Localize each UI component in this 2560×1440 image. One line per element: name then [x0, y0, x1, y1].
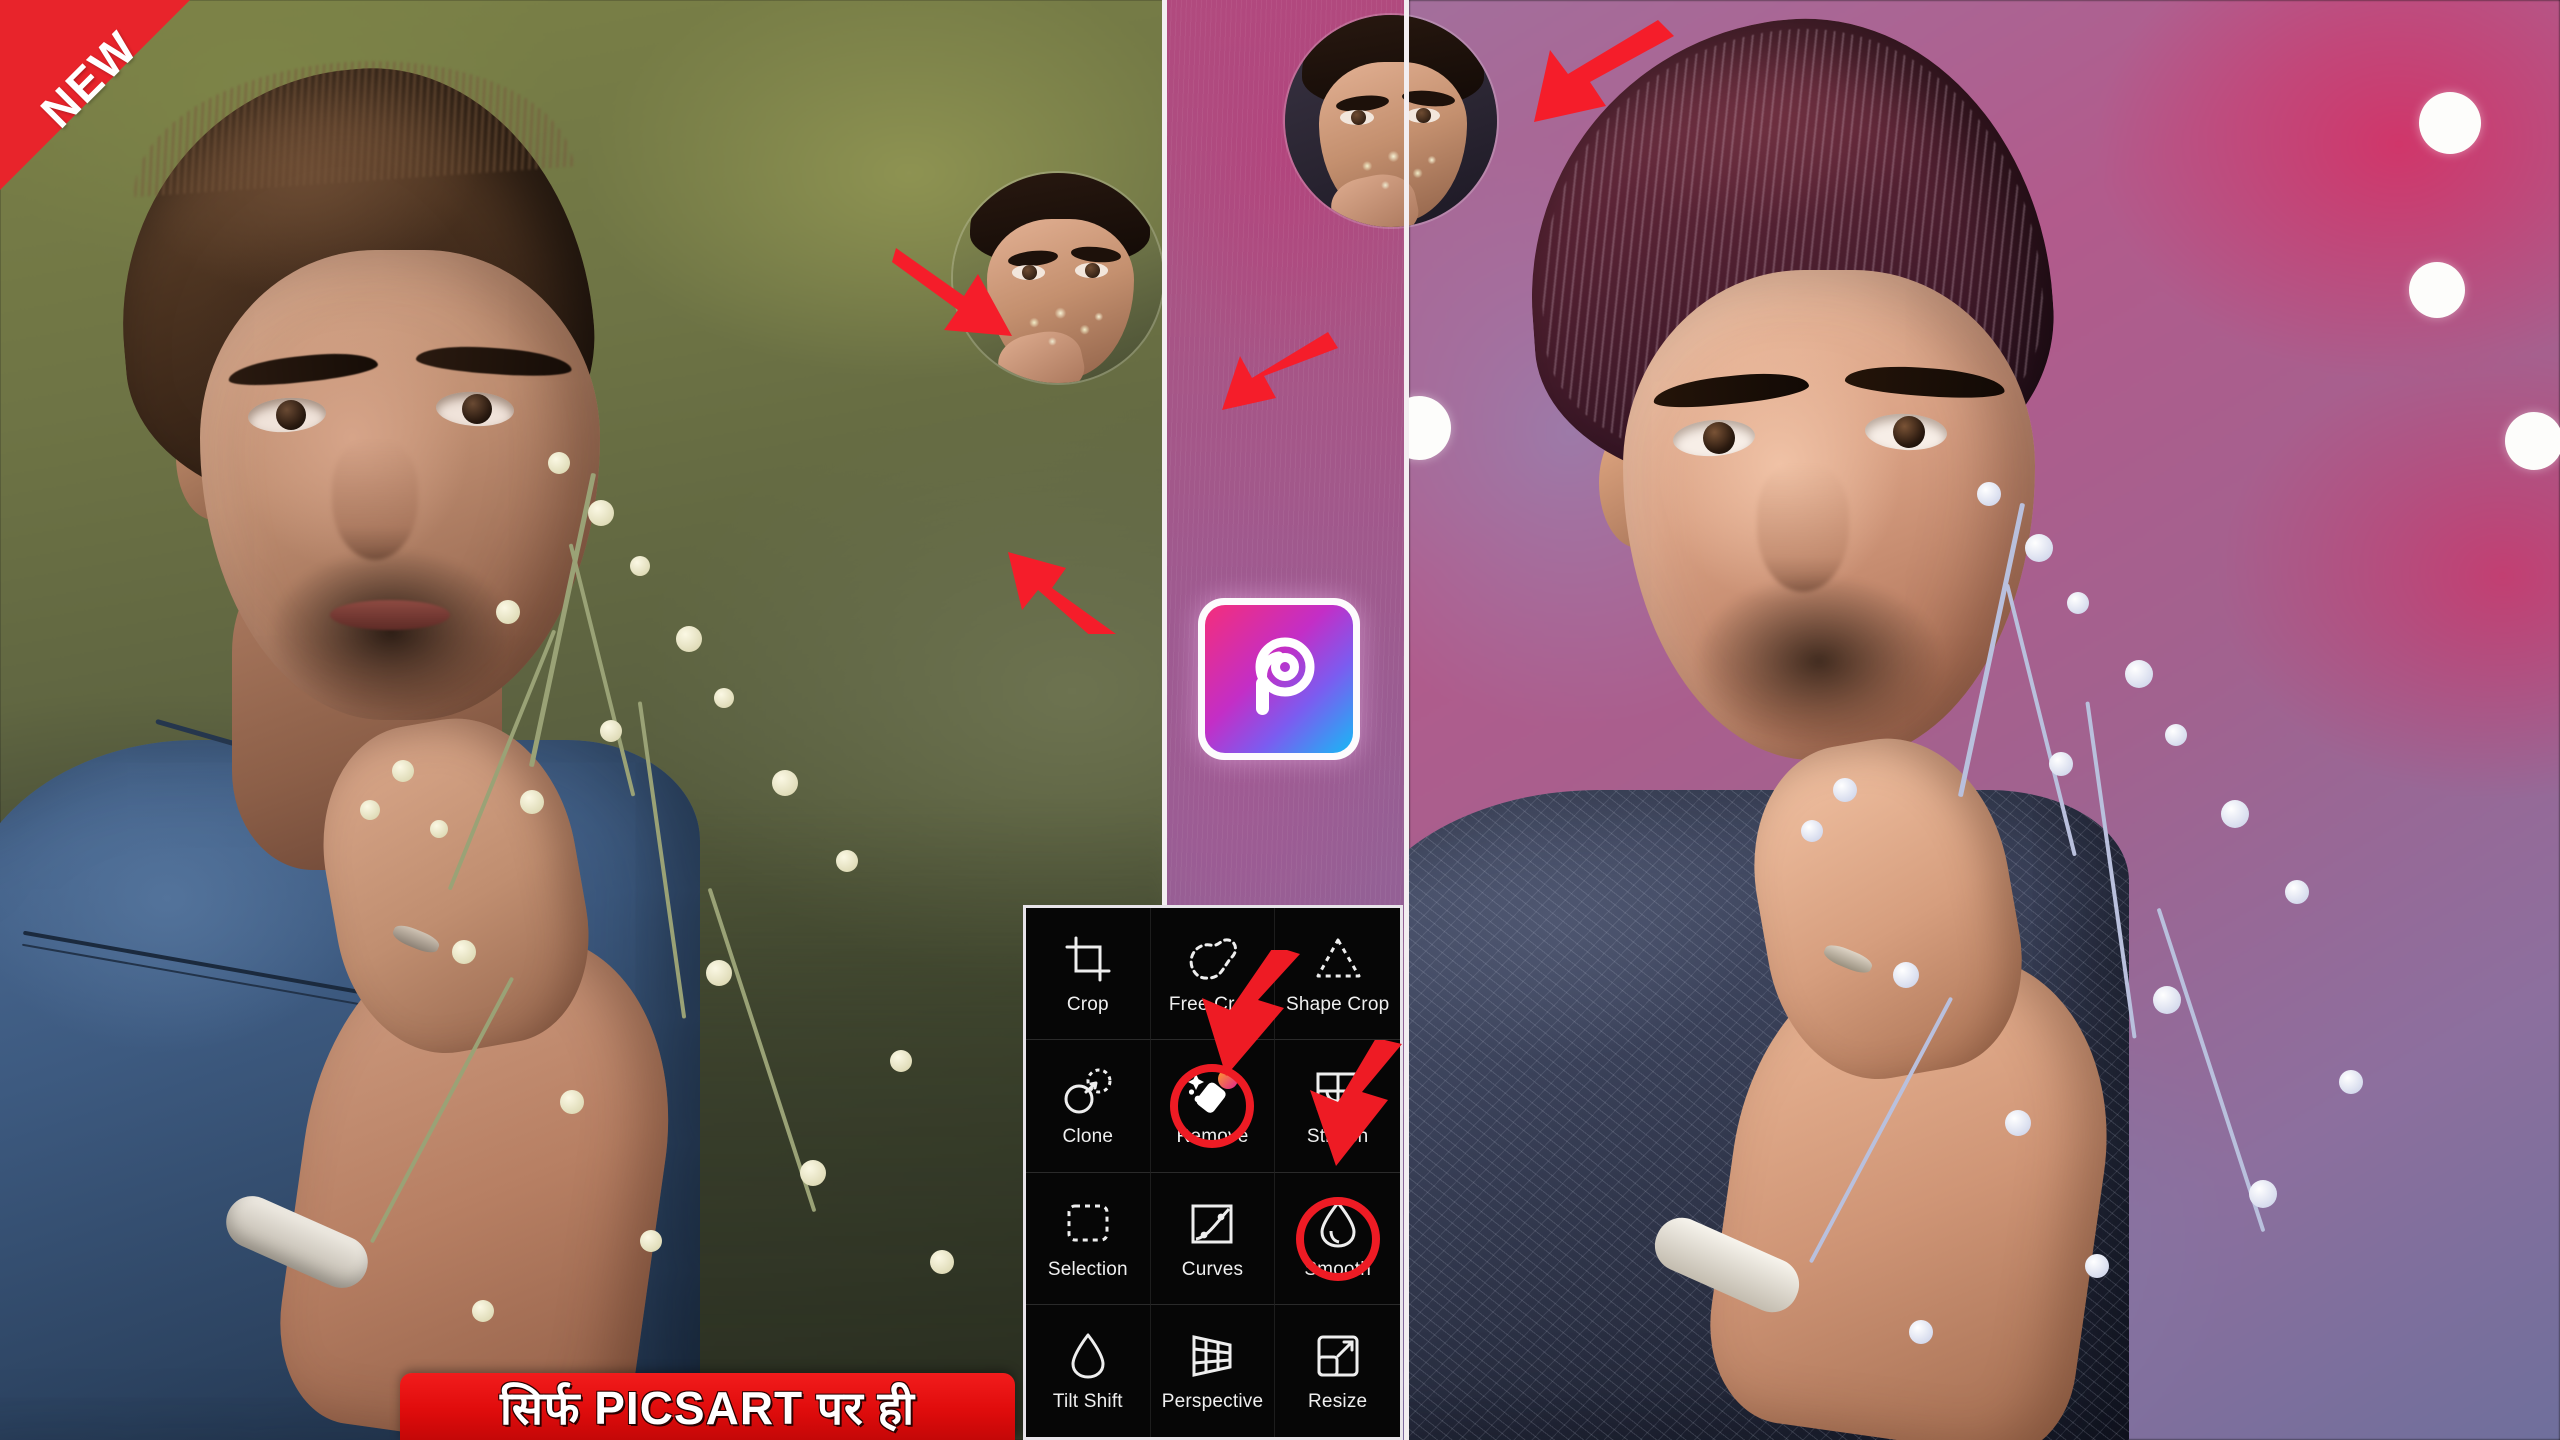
tool-label: Resize	[1308, 1391, 1368, 1413]
tool-smooth[interactable]: Smooth	[1275, 1173, 1400, 1305]
tool-perspective[interactable]: Perspective	[1151, 1304, 1276, 1437]
tool-label: Clone	[1062, 1126, 1114, 1148]
thumbnail-flower	[1016, 299, 1117, 358]
iris-left	[276, 400, 306, 430]
arrow-to-middle-thumb-right	[1222, 330, 1342, 420]
tool-selection[interactable]: Selection	[1026, 1172, 1151, 1305]
crop-icon	[1060, 931, 1116, 987]
bottom-promo-banner: सिर्फ PICSART पर ही	[400, 1373, 1015, 1440]
face-thumbnail-top[interactable]	[1285, 15, 1497, 227]
bokeh-dot	[2419, 92, 2481, 154]
arrow-to-middle-thumb-bottom	[1008, 524, 1123, 634]
bottom-banner-text: सिर्फ PICSART पर ही	[499, 1381, 915, 1434]
bokeh-dot	[2505, 412, 2560, 470]
resize-icon	[1310, 1328, 1366, 1384]
selection-icon	[1060, 1196, 1116, 1252]
arrow-to-smooth-tool	[1302, 1040, 1412, 1170]
thumbnail-iris-left	[1022, 265, 1037, 281]
clone-icon	[1060, 1063, 1116, 1119]
iris-right	[462, 394, 492, 424]
arrow-to-remove-tool	[1196, 950, 1306, 1080]
tool-label: Selection	[1047, 1258, 1128, 1280]
tool-label: Remove	[1176, 1126, 1249, 1148]
picsart-p-icon	[1255, 637, 1315, 715]
thumbnail-iris-left	[1350, 110, 1366, 126]
divider-line-right	[1404, 0, 1409, 1440]
arrow-to-top-thumb	[1534, 18, 1679, 123]
tilt-shift-icon	[1060, 1328, 1116, 1384]
tool-resize[interactable]: Resize	[1275, 1305, 1400, 1437]
picsart-logo-gradient	[1205, 605, 1353, 753]
shape-crop-icon	[1310, 931, 1366, 987]
arrow-to-middle-thumb-top-left	[892, 238, 1022, 348]
tool-clone[interactable]: Clone	[1026, 1040, 1151, 1173]
thumbnail-flower	[1348, 142, 1451, 202]
screenshot-root: NEW Crop Free Crop Shape Crop	[0, 0, 2560, 1440]
perspective-icon	[1184, 1328, 1240, 1384]
iris-left	[1703, 422, 1735, 454]
after-photo-panel	[1409, 0, 2560, 1440]
bokeh-dot	[2409, 262, 2465, 318]
tool-curves[interactable]: Curves	[1150, 1172, 1276, 1305]
mouth	[330, 600, 450, 630]
tool-label: Smooth	[1304, 1258, 1371, 1280]
iris-right	[1893, 416, 1925, 448]
tool-label: Tilt Shift	[1052, 1391, 1123, 1413]
new-corner-ribbon: NEW	[0, 0, 190, 190]
tool-crop[interactable]: Crop	[1026, 908, 1151, 1041]
smooth-icon	[1310, 1196, 1366, 1252]
tool-label: Curves	[1181, 1258, 1244, 1280]
curves-icon	[1184, 1196, 1240, 1252]
tool-label: Perspective	[1161, 1391, 1264, 1413]
picsart-app-logo[interactable]	[1198, 598, 1360, 760]
tool-label: Crop	[1066, 994, 1109, 1016]
tool-tilt-shift[interactable]: Tilt Shift	[1026, 1304, 1151, 1437]
thumbnail-iris-right	[1085, 263, 1100, 278]
